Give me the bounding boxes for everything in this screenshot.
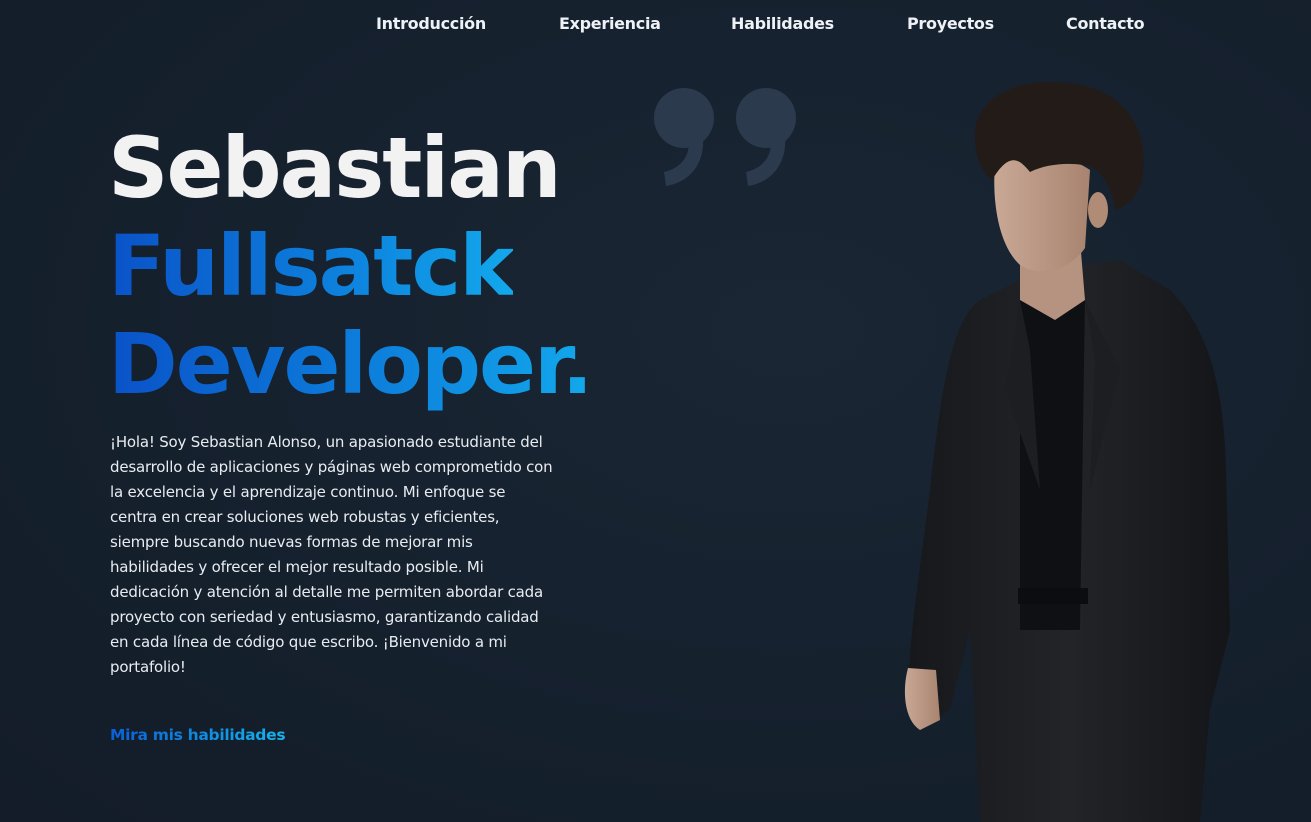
skills-link[interactable]: Mira mis habilidades (110, 726, 286, 744)
main-nav: Introducción Experiencia Habilidades Pro… (0, 14, 1311, 38)
hero-role-line-2: Developer. (108, 315, 593, 413)
nav-item-contacto[interactable]: Contacto (1066, 14, 1145, 33)
nav-item-proyectos[interactable]: Proyectos (907, 14, 994, 33)
portrait-photo (904, 82, 1230, 822)
hero-role-line-1: Fullsatck (108, 217, 515, 315)
hero-name: Sebastian (108, 119, 562, 217)
intro-paragraph: ¡Hola! Soy Sebastian Alonso, un apasiona… (110, 433, 553, 676)
quote-icon (654, 88, 796, 186)
nav-item-habilidades[interactable]: Habilidades (731, 14, 834, 33)
portfolio-page: Introducción Experiencia Habilidades Pro… (0, 0, 1311, 822)
nav-item-experiencia[interactable]: Experiencia (559, 14, 661, 33)
nav-item-introduccion[interactable]: Introducción (376, 14, 486, 33)
